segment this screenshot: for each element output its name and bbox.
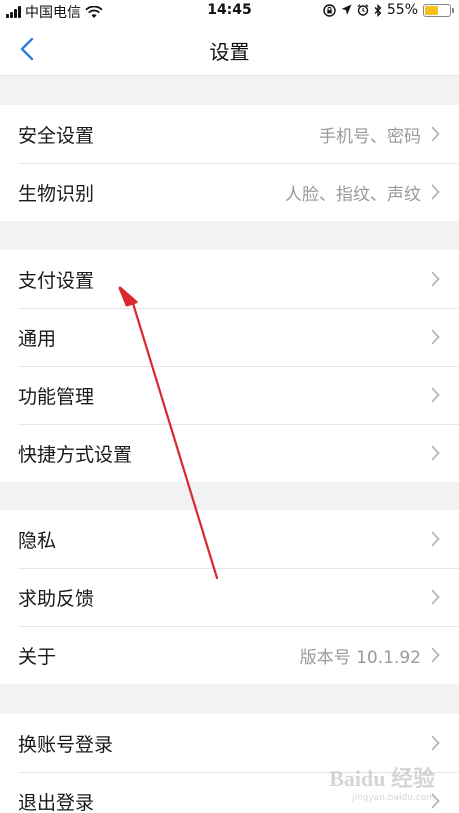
baidu-watermark: Baidu 经验 jingyan.baidu.com xyxy=(329,761,435,803)
watermark-url: jingyan.baidu.com xyxy=(351,793,435,803)
row-label: 关于 xyxy=(18,645,57,668)
navigation-bar: 设置 xyxy=(0,22,459,76)
battery-percent: 55% xyxy=(386,2,418,18)
status-right: 55% xyxy=(323,2,454,18)
alarm-icon xyxy=(357,4,369,16)
row-label: 支付设置 xyxy=(18,269,95,292)
chevron-right-icon xyxy=(429,530,441,548)
settings-row-privacy[interactable]: 隐私 xyxy=(0,510,459,568)
settings-row-help-feedback[interactable]: 求助反馈 xyxy=(0,568,459,626)
row-label: 功能管理 xyxy=(18,385,95,408)
chevron-right-icon xyxy=(429,588,441,606)
location-icon xyxy=(341,4,352,15)
watermark-logo: Baidu 经验 xyxy=(329,766,435,791)
chevron-right-icon xyxy=(429,646,441,664)
settings-group-general: 支付设置 通用 功能管理 快捷方式设置 xyxy=(0,250,459,482)
row-detail: 手机号、密码 xyxy=(319,126,421,147)
row-label: 换账号登录 xyxy=(18,733,114,756)
settings-row-shortcuts[interactable]: 快捷方式设置 xyxy=(0,424,459,482)
status-bar: 中国电信 14:45 55% xyxy=(0,0,459,22)
chevron-right-icon xyxy=(429,125,441,143)
settings-row-biometrics[interactable]: 生物识别 人脸、指纹、声纹 xyxy=(0,163,459,221)
row-detail: 人脸、指纹、声纹 xyxy=(285,184,421,205)
chevron-right-icon xyxy=(429,444,441,462)
screen-lock-icon xyxy=(323,3,336,17)
row-label: 生物识别 xyxy=(18,182,95,205)
chevron-right-icon xyxy=(429,386,441,404)
row-detail: 版本号 10.1.92 xyxy=(299,647,421,668)
battery-level xyxy=(425,5,439,15)
settings-row-about[interactable]: 关于 版本号 10.1.92 xyxy=(0,626,459,684)
row-label: 通用 xyxy=(18,327,57,350)
battery-icon xyxy=(423,3,454,17)
row-label: 安全设置 xyxy=(18,124,95,147)
bluetooth-icon xyxy=(374,3,382,17)
chevron-right-icon xyxy=(429,270,441,288)
row-label: 快捷方式设置 xyxy=(18,443,133,466)
settings-row-payment[interactable]: 支付设置 xyxy=(0,250,459,308)
row-label: 求助反馈 xyxy=(18,587,95,610)
settings-group-account: 安全设置 手机号、密码 生物识别 人脸、指纹、声纹 xyxy=(0,105,459,221)
chevron-right-icon xyxy=(429,328,441,346)
settings-row-feature-management[interactable]: 功能管理 xyxy=(0,366,459,424)
chevron-right-icon xyxy=(429,183,441,201)
chevron-right-icon xyxy=(429,734,441,752)
settings-group-support: 隐私 求助反馈 关于 版本号 10.1.92 xyxy=(0,510,459,684)
page-title: 设置 xyxy=(209,40,250,64)
settings-row-general[interactable]: 通用 xyxy=(0,308,459,366)
row-label: 隐私 xyxy=(18,529,57,552)
settings-row-security[interactable]: 安全设置 手机号、密码 xyxy=(0,105,459,163)
